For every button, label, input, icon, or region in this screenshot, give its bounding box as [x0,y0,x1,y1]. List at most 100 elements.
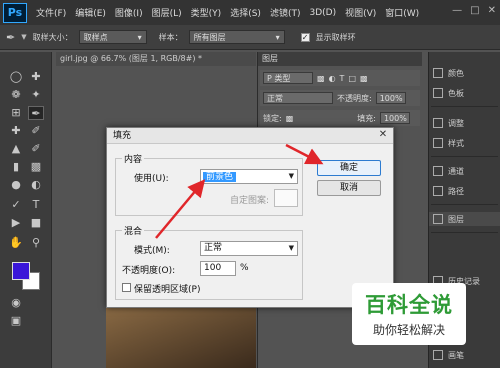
menu-view[interactable]: 视图(V) [345,6,376,19]
content-group: 内容 使用(U): 前景色 ▼ 自定图案: [115,152,303,216]
filter-pixel-icon[interactable]: ▩ [317,74,325,83]
channels-icon [433,166,443,176]
brush-tool-icon[interactable]: ✐ [28,124,44,138]
menu-file[interactable]: 文件(F) [36,6,66,19]
layer-filter-row: P 类型 ▩ ◐ T □ ▩ [260,70,420,86]
dock-divider [431,106,498,107]
pen-tool-icon[interactable]: ✓ [8,198,24,212]
layer-blend-mode-select[interactable]: 正常 [263,92,333,104]
history-brush-tool-icon[interactable]: ✐ [28,142,44,156]
layers-panel-title[interactable]: 图层 [258,52,422,66]
tool-preset-dropdown-icon[interactable]: ▼ [21,33,26,41]
filter-type-icon[interactable]: T [340,74,345,83]
blur-tool-icon[interactable]: ● [8,178,24,192]
marquee-tool-icon[interactable]: ◯ [8,70,24,84]
hand-tool-icon[interactable]: ✋ [8,236,24,250]
magic-wand-tool-icon[interactable]: ✦ [28,88,44,102]
cancel-button[interactable]: 取消 [317,180,381,196]
watermark-logo: 百科全说 助你轻松解决 [352,283,466,345]
paths-icon [433,186,443,196]
blending-group: 混合 模式(M): 正常 ▼ 不透明度(O): 100 % 保留透明区域(P) [115,224,303,300]
dock-swatches[interactable]: 色板 [433,86,464,100]
menu-image[interactable]: 图像(I) [115,6,143,19]
layer-blend-row: 正常 不透明度: 100% [260,90,420,106]
dodge-tool-icon[interactable]: ◐ [28,178,44,192]
filter-shape-icon[interactable]: □ [348,74,356,83]
dialog-title[interactable]: 填充 [107,128,393,144]
quick-mask-icon[interactable]: ◉ [8,296,24,310]
opacity-unit: % [240,263,249,273]
dock-layers[interactable]: 图层 [429,212,500,226]
layer-opacity-input[interactable]: 100% [375,92,406,104]
layer-fill-input[interactable]: 100% [379,112,410,124]
close-icon[interactable]: ✕ [488,5,496,16]
menu-layer[interactable]: 图层(L) [152,6,182,19]
fill-label: 填充: [357,113,376,123]
styles-icon [433,138,443,148]
document-tab[interactable]: girl.jpg @ 66.7% (图层 1, RGB/8#) * [56,52,256,66]
preserve-transparency-checkbox[interactable] [122,283,131,292]
path-selection-tool-icon[interactable]: ▶ [8,216,24,230]
chevron-down-icon: ▾ [137,32,142,42]
screen-mode-icon[interactable]: ▣ [8,314,24,328]
options-bar: ✒ ▼ 取样大小： 取样点 ▾ 样本： 所有图层 ▾ ✓ 显示取样环 [0,25,500,50]
sample-size-label: 取样大小： [32,32,73,42]
sample-label: 样本： [158,32,183,42]
eyedropper-tool-icon[interactable]: ✒ [28,106,44,120]
opacity-label: 不透明度(O): [122,266,176,276]
dock-divider [431,156,498,157]
preserve-transparency-label: 保留透明区域(P) [134,285,201,295]
filter-adjust-icon[interactable]: ◐ [329,74,336,83]
crop-tool-icon[interactable]: ⊞ [8,106,24,120]
lasso-tool-icon[interactable]: ❁ [8,88,24,102]
close-icon[interactable]: ✕ [377,129,389,141]
menu-window[interactable]: 窗口(W) [385,6,419,19]
sample-size-select[interactable]: 取样点 ▾ [78,30,147,44]
shape-tool-icon[interactable]: ■ [28,216,44,230]
chevron-down-icon: ▼ [288,172,294,180]
dock-adjustments[interactable]: 调整 [433,116,464,130]
menu-edit[interactable]: 编辑(E) [75,6,106,19]
lock-label: 锁定: [263,113,282,123]
gradient-tool-icon[interactable]: ▩ [28,160,44,174]
menu-3d[interactable]: 3D(D) [309,8,336,18]
menu-filter[interactable]: 滤镜(T) [270,6,301,19]
dock-paths[interactable]: 路径 [433,184,464,198]
color-icon [433,68,443,78]
type-tool-icon[interactable]: T [28,198,44,212]
menu-select[interactable]: 选择(S) [230,6,261,19]
mode-select[interactable]: 正常 ▼ [200,241,298,256]
zoom-tool-icon[interactable]: ⚲ [28,236,44,250]
move-tool-icon[interactable]: ✚ [28,70,44,84]
clone-stamp-tool-icon[interactable]: ▲ [8,142,24,156]
use-select[interactable]: 前景色 ▼ [200,169,298,184]
tools-panel: ◯ ✚ ❁ ✦ ⊞ ✒ ✚ ✐ ▲ ✐ ▮ ▩ ● ◐ ✓ T ▶ ■ ✋ ⚲ … [0,52,52,368]
opacity-input[interactable]: 100 [200,261,236,276]
ok-button[interactable]: 确定 [317,160,381,176]
show-sampling-ring-checkbox[interactable]: ✓ [300,32,310,42]
filter-smart-icon[interactable]: ▩ [360,74,368,83]
window-controls: — □ ✕ [452,5,496,16]
sample-select[interactable]: 所有图层 ▾ [188,30,285,44]
use-selected-value: 前景色 [203,172,237,182]
dock-channels[interactable]: 通道 [433,164,464,178]
chevron-down-icon: ▾ [275,32,280,42]
dock-styles[interactable]: 样式 [433,136,464,150]
eyedropper-tool-icon[interactable]: ✒ [6,31,15,44]
brush-icon [433,350,443,360]
dock-brush[interactable]: 画笔 [433,348,464,362]
minimize-icon[interactable]: — [452,5,462,16]
lock-icon[interactable]: ▩ [286,114,294,123]
content-group-label: 内容 [122,152,145,165]
custom-pattern-label: 自定图案: [230,196,270,206]
dock-color[interactable]: 颜色 [433,66,464,80]
layer-kind-select[interactable]: P 类型 [263,72,313,84]
adjustments-icon [433,118,443,128]
menu-type[interactable]: 类型(Y) [191,6,222,19]
maximize-icon[interactable]: □ [470,5,479,16]
eraser-tool-icon[interactable]: ▮ [8,160,24,174]
healing-brush-tool-icon[interactable]: ✚ [8,124,24,138]
foreground-color-swatch[interactable] [12,262,30,280]
swatches-icon [433,88,443,98]
fill-dialog: 填充 ✕ 内容 使用(U): 前景色 ▼ 自定图案: 混合 模式(M): 正常 … [106,127,394,308]
